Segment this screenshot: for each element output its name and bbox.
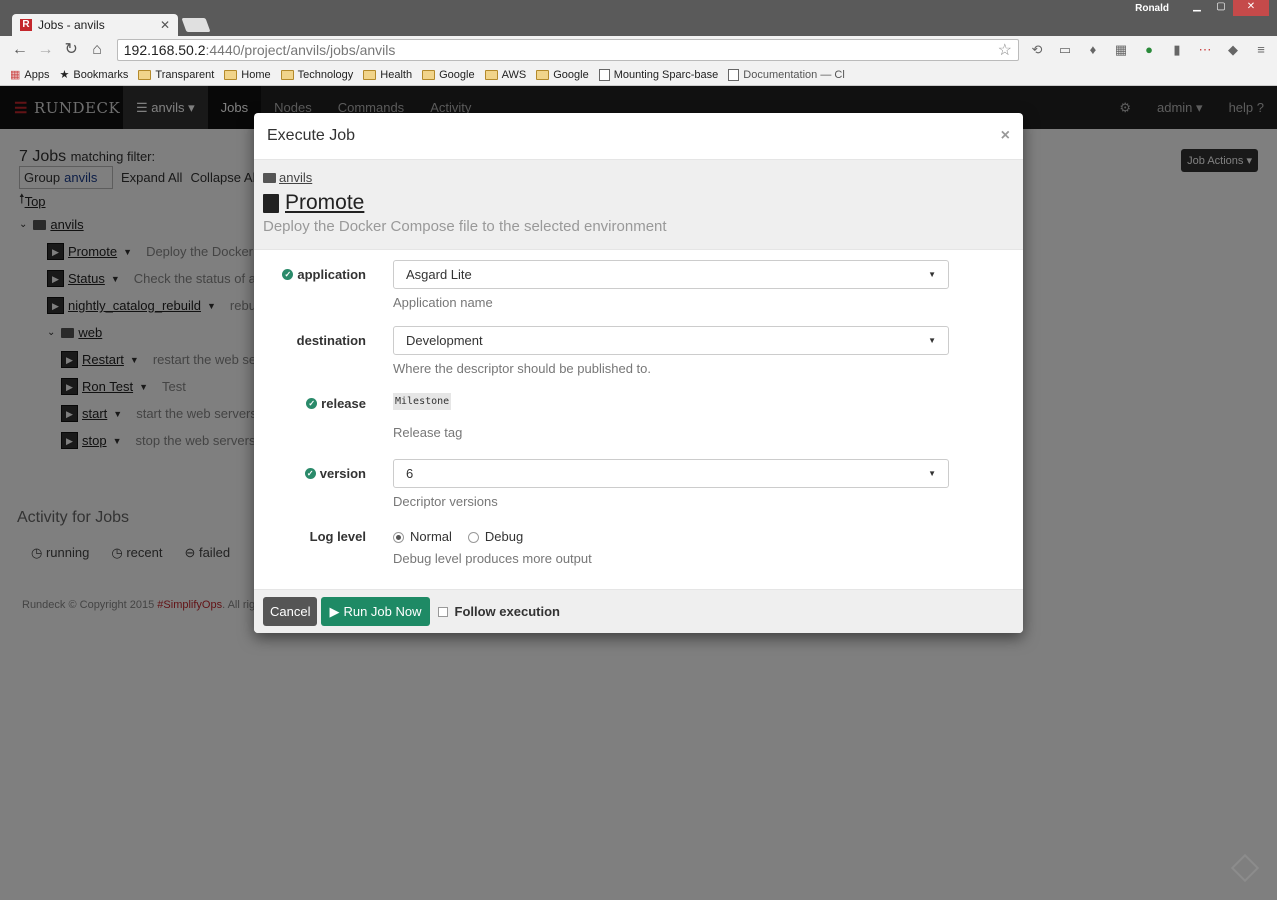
bookmark-folder[interactable]: Transparent — [138, 69, 214, 81]
radio-normal[interactable]: Normal — [393, 529, 452, 544]
close-icon[interactable]: × — [1001, 127, 1010, 145]
extension-icon[interactable]: ⟲ — [1029, 42, 1045, 58]
log-level-help: Debug level produces more output — [393, 551, 592, 566]
release-label: release — [321, 396, 366, 411]
version-select[interactable]: 6 ▼ — [393, 459, 949, 488]
bookmark-folder[interactable]: Google — [422, 69, 475, 81]
play-icon: ▶ — [329, 604, 340, 619]
release-value: Milestone — [393, 393, 452, 410]
tab-title: Jobs - anvils — [38, 18, 105, 32]
extension-icon[interactable]: ● — [1141, 42, 1157, 58]
bookmark-folder[interactable]: AWS — [484, 69, 526, 81]
back-icon[interactable]: ← — [8, 38, 32, 62]
url-path: :4440/project/anvils/jobs/anvils — [205, 42, 396, 58]
modal-title: Execute Job — [267, 127, 356, 144]
bookmark-link[interactable]: Mounting Sparc-base — [598, 68, 718, 81]
folder-icon — [280, 69, 294, 80]
job-info: anvils Promote Deploy the Docker Compose… — [254, 160, 1023, 250]
folder-icon — [422, 69, 436, 80]
folder-icon — [484, 69, 498, 80]
menu-icon[interactable]: ≡ — [1253, 42, 1269, 58]
forward-icon[interactable]: → — [34, 38, 58, 62]
browser-titlebar: R Jobs - anvils ✕ Ronald ▁ ▢ ✕ — [0, 0, 1277, 36]
run-job-now-button[interactable]: ▶ Run Job Now — [321, 597, 430, 626]
book-icon — [263, 193, 279, 213]
browser-tab[interactable]: R Jobs - anvils ✕ — [12, 14, 178, 36]
cast-icon[interactable]: ▭ — [1057, 42, 1073, 58]
bookmark-folder[interactable]: Technology — [280, 69, 353, 81]
page-icon — [598, 68, 610, 81]
job-title: Promote — [263, 191, 1014, 215]
destination-label: destination — [296, 333, 366, 348]
bookmark-folder[interactable]: Health — [363, 69, 412, 81]
cancel-button[interactable]: Cancel — [263, 597, 318, 626]
radio-icon — [467, 532, 479, 544]
job-name-link[interactable]: Promote — [285, 191, 364, 215]
extension-icon[interactable]: ▮ — [1169, 42, 1185, 58]
job-options-form: ✓ application Asgard Lite ▼ Application na… — [254, 250, 1023, 589]
reload-icon[interactable]: ↻ — [59, 38, 83, 62]
application-label: application — [297, 267, 366, 282]
check-circle-icon: ✓ — [304, 468, 316, 479]
bookmark-folder[interactable]: Google — [536, 69, 589, 81]
rundeck-favicon-icon: R — [20, 19, 32, 31]
maximize-icon[interactable]: ▢ — [1209, 0, 1233, 16]
follow-execution-checkbox[interactable]: Follow execution — [437, 604, 560, 619]
radio-selected-icon — [393, 532, 404, 544]
browser-toolbar: ← → ↻ ⌂ 192.168.50.2 :4440/project/anvil… — [0, 36, 1277, 64]
star-icon: ★ — [59, 69, 70, 81]
notification-icon[interactable]: ♦ — [1085, 42, 1101, 58]
radio-debug[interactable]: Debug — [467, 529, 523, 544]
folder-icon — [363, 69, 377, 80]
address-bar[interactable]: 192.168.50.2 :4440/project/anvils/jobs/a… — [116, 39, 1019, 61]
breadcrumb: anvils — [263, 170, 1014, 185]
dropdown-arrow-icon: ▼ — [928, 336, 936, 345]
log-level-label: Log level — [309, 529, 366, 544]
page-icon — [728, 68, 740, 81]
bookmark-apps[interactable]: ▦ Apps — [10, 68, 49, 82]
destination-select[interactable]: Development ▼ — [393, 326, 949, 355]
folder-icon — [536, 69, 550, 80]
version-label: version — [319, 466, 366, 481]
version-help: Decriptor versions — [393, 494, 498, 509]
extension-icon[interactable]: ◆ — [1225, 42, 1241, 58]
url-host: 192.168.50.2 — [123, 42, 206, 58]
bookmark-link[interactable]: Documentation — Cl — [728, 68, 845, 81]
dropdown-arrow-icon: ▼ — [928, 469, 936, 478]
bookmark-star-icon[interactable]: ☆ — [998, 40, 1012, 60]
home-icon[interactable]: ⌂ — [85, 38, 109, 62]
bookmarks-bar: ▦ Apps ★ Bookmarks Transparent Home Techno… — [0, 64, 1277, 86]
folder-icon — [138, 69, 152, 80]
extension-icon[interactable]: ⋯ — [1197, 42, 1213, 58]
check-circle-icon: ✓ — [282, 269, 294, 280]
job-description: Deploy the Docker Compose file to the se… — [263, 218, 667, 235]
check-circle-icon: ✓ — [306, 398, 318, 409]
destination-help: Where the descriptor should be published… — [393, 361, 651, 376]
dropdown-arrow-icon: ▼ — [928, 270, 936, 279]
calendar-icon[interactable]: ▦ — [1113, 42, 1129, 58]
bookmark-folder[interactable]: Home — [224, 69, 271, 81]
new-tab-button[interactable] — [181, 18, 211, 32]
application-select[interactable]: Asgard Lite ▼ — [393, 260, 949, 289]
profile-name[interactable]: Ronald — [1125, 0, 1179, 17]
folder-icon — [224, 69, 238, 80]
checkbox-icon — [437, 606, 448, 617]
release-help: Release tag — [393, 425, 463, 440]
execute-job-modal: Execute Job × anvils Promote Deploy the … — [254, 113, 1023, 633]
tab-close-icon[interactable]: ✕ — [160, 18, 170, 32]
application-help: Application name — [393, 295, 493, 310]
minimize-icon[interactable]: ▁ — [1185, 0, 1209, 16]
folder-icon — [263, 172, 276, 183]
group-link[interactable]: anvils — [279, 170, 312, 185]
bookmark-bookmarks[interactable]: ★ Bookmarks — [59, 68, 128, 82]
modal-footer: Cancel ▶ Run Job Now Follow execution — [254, 589, 1023, 633]
window-close-icon[interactable]: ✕ — [1233, 0, 1269, 16]
apps-icon: ▦ — [10, 69, 21, 81]
